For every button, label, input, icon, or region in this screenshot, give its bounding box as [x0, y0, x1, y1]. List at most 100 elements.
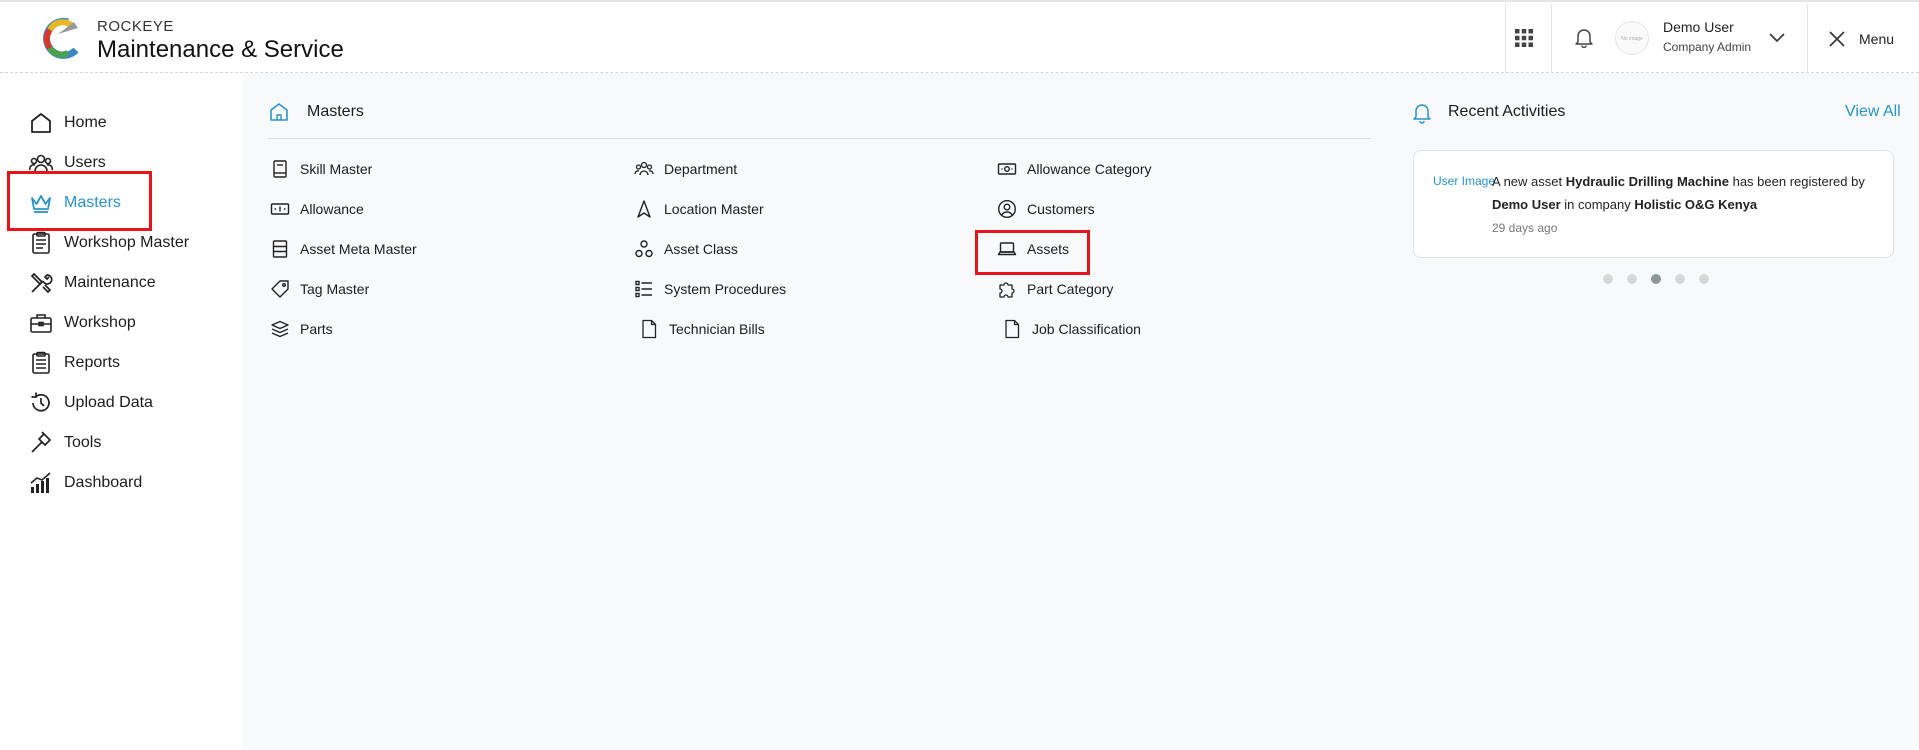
sidebar-item-maintenance[interactable]: Maintenance [28, 266, 238, 300]
view-all-link[interactable]: View All [1845, 103, 1901, 121]
master-link-department[interactable]: Department [634, 156, 737, 182]
sidebar-item-label: Tools [64, 434, 102, 451]
brand-top: ROCKEYE [97, 18, 174, 35]
master-link-label: Parts [300, 321, 333, 337]
puzzle-icon [999, 282, 1015, 298]
master-link-label: Allowance [300, 201, 364, 217]
sidebar-item-dashboard[interactable]: Dashboard [28, 466, 238, 500]
user-image-broken: User Image [1433, 174, 1496, 188]
cash-icon [997, 163, 1017, 175]
sidebar-item-label: Upload Data [64, 394, 153, 411]
master-link-skill-master[interactable]: Skill Master [270, 156, 372, 182]
sidebar-item-home[interactable]: Home [28, 106, 238, 140]
close-icon[interactable] [1828, 30, 1846, 48]
chevron-down-icon[interactable] [1768, 30, 1786, 44]
master-link-label: Allowance Category [1027, 161, 1152, 177]
sidebar-item-workshop-master[interactable]: Workshop Master [28, 226, 238, 260]
master-link-asset-meta-master[interactable]: Asset Meta Master [270, 236, 417, 262]
header-divider [1551, 4, 1552, 74]
apps-grid-icon[interactable] [1514, 28, 1534, 48]
master-link-label: Asset Class [664, 241, 738, 257]
notification-bell-icon[interactable] [1573, 26, 1595, 48]
sidebar-item-label: Dashboard [64, 474, 143, 491]
menu-button[interactable]: Menu [1859, 31, 1894, 47]
sidebar-item-tools[interactable]: Tools [28, 426, 238, 460]
master-link-technician-bills[interactable]: Technician Bills [639, 316, 765, 342]
carousel-dot[interactable] [1699, 274, 1709, 284]
activity-text-part: in company [1560, 197, 1635, 212]
money-icon [270, 203, 290, 215]
file-icon [642, 319, 657, 339]
carousel-dot[interactable] [1675, 274, 1685, 284]
activities-title: Recent Activities [1448, 103, 1566, 120]
master-link-label: Skill Master [300, 161, 373, 177]
sidebar-item-label: Home [64, 114, 107, 131]
book-icon [273, 160, 287, 178]
group-icon [634, 161, 654, 176]
home-icon [270, 103, 288, 121]
carousel-dot[interactable] [1603, 274, 1613, 284]
activity-asset-name: Hydraulic Drilling Machine [1565, 174, 1729, 189]
master-link-label: Part Category [1027, 281, 1114, 297]
tools-icon [30, 272, 53, 294]
user-role: Company Admin [1663, 40, 1752, 54]
list-icon [272, 240, 288, 258]
sidebar-item-label: Reports [64, 354, 121, 371]
master-link-label: Tag Master [300, 281, 370, 297]
master-link-customers[interactable]: Customers [997, 196, 1095, 222]
master-link-label: Technician Bills [669, 321, 765, 337]
layers-icon [271, 320, 289, 338]
master-link-part-category[interactable]: Part Category [997, 276, 1113, 302]
highlight-box-masters [7, 171, 152, 231]
briefcase-icon [30, 314, 52, 333]
master-link-tag-master[interactable]: Tag Master [270, 276, 369, 302]
master-link-allowance[interactable]: Allowance [270, 196, 364, 222]
master-link-location-master[interactable]: Location Master [634, 196, 764, 222]
sidebar-item-label: Users [64, 154, 106, 171]
file-icon [1005, 319, 1020, 339]
page-title: Masters [307, 103, 364, 120]
brand-title: Maintenance & Service [97, 36, 344, 63]
title-divider [268, 138, 1371, 139]
activity-user-name: Demo User [1492, 197, 1561, 212]
master-link-label: Location Master [664, 201, 764, 217]
clipboard-icon [32, 231, 50, 254]
sidebar-item-upload-data[interactable]: Upload Data [28, 386, 238, 420]
hammer-icon [31, 431, 51, 453]
sidebar-item-workshop[interactable]: Workshop [28, 306, 238, 340]
master-link-asset-class[interactable]: Asset Class [634, 236, 738, 262]
rockeye-logo-icon[interactable] [38, 16, 82, 60]
sidebar-item-label: Workshop Master [64, 234, 190, 251]
master-link-label: Job Classification [1032, 321, 1141, 337]
master-link-label: Asset Meta Master [300, 241, 417, 257]
master-link-label: Customers [1027, 201, 1095, 217]
carousel-dot[interactable] [1627, 274, 1637, 284]
master-link-label: System Procedures [664, 281, 787, 297]
activity-text-part: A new asset [1492, 174, 1566, 189]
header-divider [1807, 4, 1808, 74]
checklist-icon [635, 280, 652, 298]
user-circle-icon [997, 199, 1017, 219]
master-link-system-procedures[interactable]: System Procedures [634, 276, 786, 302]
chart-icon [30, 472, 51, 493]
sidebar-item-reports[interactable]: Reports [28, 346, 238, 380]
carousel-dot[interactable] [1651, 274, 1661, 284]
activity-text: A new asset Hydraulic Drilling Machine h… [1492, 170, 1888, 216]
activity-company-name: Holistic O&G Kenya [1634, 197, 1758, 212]
report-icon [32, 351, 50, 374]
tag-icon [271, 280, 289, 298]
history-icon [31, 392, 50, 412]
user-name[interactable]: Demo User [1663, 19, 1734, 35]
bell-icon [1413, 104, 1431, 124]
sidebar-item-label: Maintenance [64, 274, 156, 291]
master-link-allowance-category[interactable]: Allowance Category [997, 156, 1152, 182]
activity-text-part: has been registered by [1728, 174, 1865, 189]
hierarchy-icon [635, 240, 653, 258]
sidebar-item-label: Workshop [64, 314, 136, 331]
activity-time: 29 days ago [1492, 221, 1558, 235]
master-link-job-classification[interactable]: Job Classification [1002, 316, 1141, 342]
highlight-box-assets [975, 230, 1090, 275]
master-link-parts[interactable]: Parts [270, 316, 333, 342]
avatar[interactable]: No image [1615, 21, 1649, 55]
top-header: ROCKEYE Maintenance & Service No image D… [0, 0, 1919, 74]
